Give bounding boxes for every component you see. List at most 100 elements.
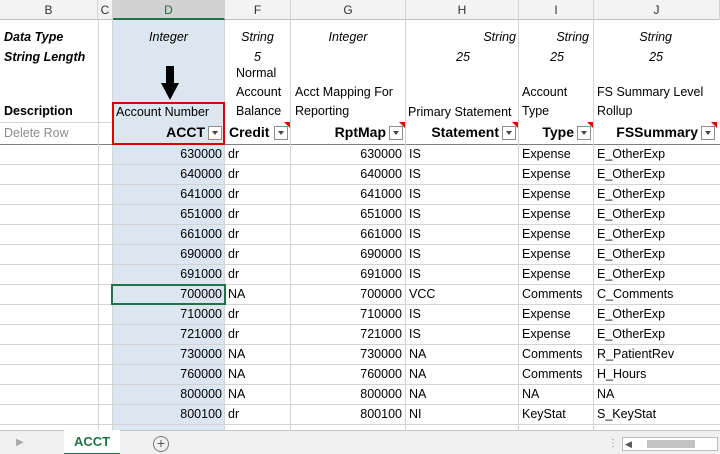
cell-acct[interactable]: 730000 xyxy=(113,344,222,364)
cell-credit[interactable]: dr xyxy=(228,264,288,284)
cell-fssummary[interactable]: E_OtherExp xyxy=(597,224,717,244)
cell-acct[interactable]: 721000 xyxy=(113,324,222,344)
col-header-i[interactable]: I xyxy=(519,0,594,20)
cell-type[interactable]: Comments xyxy=(522,284,592,304)
cell-statement[interactable]: NA xyxy=(409,364,517,384)
cell-acct[interactable]: 710000 xyxy=(113,304,222,324)
cell-type[interactable]: Comments xyxy=(522,364,592,384)
cell-credit[interactable]: NA xyxy=(228,344,288,364)
cell-fssummary[interactable]: E_OtherExp xyxy=(597,204,717,224)
cell-rptmap[interactable]: 710000 xyxy=(291,304,402,324)
cell-rptmap[interactable]: 800100 xyxy=(291,404,402,424)
cell-rptmap[interactable]: 690000 xyxy=(291,244,402,264)
cell-statement[interactable]: IS xyxy=(409,164,517,184)
cell-type[interactable]: KeyStat xyxy=(522,404,592,424)
more-options-icon[interactable]: ⋮ xyxy=(608,438,618,449)
filter-dropdown-rptmap[interactable] xyxy=(389,126,403,140)
cell-rptmap[interactable]: 641000 xyxy=(291,184,402,204)
cell-rptmap[interactable]: 640000 xyxy=(291,164,402,184)
cell-statement[interactable]: IS xyxy=(409,324,517,344)
cell-credit[interactable]: dr xyxy=(228,404,288,424)
scroll-left-icon[interactable]: ◀ xyxy=(625,438,632,450)
cell-statement[interactable]: NA xyxy=(409,384,517,404)
col-header-c[interactable]: C xyxy=(98,0,113,20)
cell-rptmap[interactable]: 730000 xyxy=(291,344,402,364)
cell-acct[interactable]: 691000 xyxy=(113,264,222,284)
cell-type[interactable]: Expense xyxy=(522,324,592,344)
plus-circle-icon[interactable]: + xyxy=(153,436,169,452)
cell-statement[interactable]: NA xyxy=(409,344,517,364)
cell-fssummary[interactable]: R_PatientRev xyxy=(597,344,717,364)
cell-type[interactable]: Expense xyxy=(522,164,592,184)
cell-statement[interactable]: IS xyxy=(409,224,517,244)
cell-credit[interactable]: dr xyxy=(228,184,288,204)
cell-credit[interactable]: dr xyxy=(228,244,288,264)
cell-credit[interactable]: NA xyxy=(228,364,288,384)
cell-acct[interactable]: 661000 xyxy=(113,224,222,244)
cell-credit[interactable]: dr xyxy=(228,304,288,324)
cell-type[interactable]: NA xyxy=(522,384,592,404)
cell-fssummary[interactable]: NA xyxy=(597,384,717,404)
col-header-g[interactable]: G xyxy=(291,0,406,20)
cell-rptmap[interactable]: 691000 xyxy=(291,264,402,284)
col-header-d[interactable]: D xyxy=(113,0,225,20)
cell-acct[interactable]: 690000 xyxy=(113,244,222,264)
cell-type[interactable]: Expense xyxy=(522,244,592,264)
cell-fssummary[interactable]: E_OtherExp xyxy=(597,184,717,204)
cell-type[interactable]: Expense xyxy=(522,224,592,244)
cell-fssummary[interactable]: E_OtherExp xyxy=(597,144,717,164)
horizontal-scrollbar[interactable]: ◀ xyxy=(622,437,718,451)
cell-rptmap[interactable]: 800000 xyxy=(291,384,402,404)
cell-acct[interactable]: 800000 xyxy=(113,384,222,404)
cell-statement[interactable]: IS xyxy=(409,264,517,284)
cell-statement[interactable]: IS xyxy=(409,144,517,164)
cell-statement[interactable]: IS xyxy=(409,184,517,204)
cell-credit[interactable]: NA xyxy=(228,384,288,404)
cell-type[interactable]: Expense xyxy=(522,204,592,224)
cell-fssummary[interactable]: C_Comments xyxy=(597,284,717,304)
sheet-nav-left-icon[interactable]: ▶ xyxy=(16,437,24,448)
cell-rptmap[interactable]: 760000 xyxy=(291,364,402,384)
cell-statement[interactable]: VCC xyxy=(409,284,517,304)
cell-acct[interactable]: 800100 xyxy=(113,404,222,424)
col-header-f[interactable]: F xyxy=(225,0,291,20)
cell-statement[interactable]: IS xyxy=(409,304,517,324)
col-header-h[interactable]: H xyxy=(406,0,519,20)
cell-credit[interactable]: dr xyxy=(228,224,288,244)
cell-fssummary[interactable]: E_OtherExp xyxy=(597,164,717,184)
col-header-j[interactable]: J xyxy=(594,0,720,20)
cell-acct[interactable]: 640000 xyxy=(113,164,222,184)
cell-fssummary[interactable]: E_OtherExp xyxy=(597,304,717,324)
cell-type[interactable]: Expense xyxy=(522,304,592,324)
cell-fssummary[interactable]: E_OtherExp xyxy=(597,324,717,344)
cell-credit[interactable]: NA xyxy=(228,284,288,304)
cell-acct[interactable]: 630000 xyxy=(113,144,222,164)
cell-statement[interactable]: IS xyxy=(409,204,517,224)
cell-statement[interactable]: IS xyxy=(409,244,517,264)
cell-rptmap[interactable]: 630000 xyxy=(291,144,402,164)
cell-rptmap[interactable]: 721000 xyxy=(291,324,402,344)
cell-credit[interactable]: dr xyxy=(228,324,288,344)
col-header-b[interactable]: B xyxy=(0,0,98,20)
cell-type[interactable]: Expense xyxy=(522,184,592,204)
sheet-tab-acct[interactable]: ACCT xyxy=(64,430,120,454)
cell-fssummary[interactable]: E_OtherExp xyxy=(597,264,717,284)
cell-fssummary[interactable]: S_KeyStat xyxy=(597,404,717,424)
cell-type[interactable]: Expense xyxy=(522,144,592,164)
cell-type[interactable]: Expense xyxy=(522,264,592,284)
filter-dropdown-fssummary[interactable] xyxy=(701,126,715,140)
cell-acct[interactable]: 641000 xyxy=(113,184,222,204)
sheet-grid[interactable]: Data Type String Length Integer String I… xyxy=(0,20,720,430)
filter-dropdown-acct[interactable] xyxy=(208,126,222,140)
cell-acct[interactable]: 651000 xyxy=(113,204,222,224)
cell-rptmap[interactable]: 651000 xyxy=(291,204,402,224)
filter-dropdown-statement[interactable] xyxy=(502,126,516,140)
cell-rptmap[interactable]: 661000 xyxy=(291,224,402,244)
cell-credit[interactable]: dr xyxy=(228,144,288,164)
filter-dropdown-type[interactable] xyxy=(577,126,591,140)
cell-credit[interactable]: dr xyxy=(228,204,288,224)
cell-type[interactable]: Comments xyxy=(522,344,592,364)
cell-credit[interactable]: dr xyxy=(228,164,288,184)
cell-fssummary[interactable]: H_Hours xyxy=(597,364,717,384)
cell-statement[interactable]: NI xyxy=(409,404,517,424)
